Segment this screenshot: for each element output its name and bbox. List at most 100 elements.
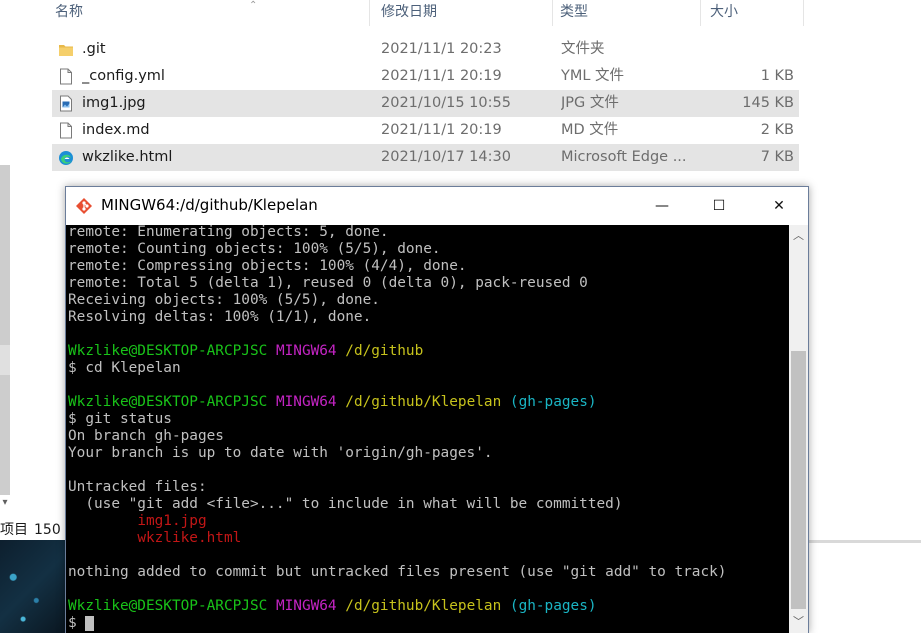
terminal-text: Receiving objects: 100% (5/5), done. <box>68 292 380 308</box>
terminal-line: On branch gh-pages <box>68 428 224 445</box>
scroll-down-arrow-icon[interactable]: ▾ <box>0 494 10 512</box>
terminal-text: $ cd Klepelan <box>68 360 181 376</box>
status-item-count: 150 <box>34 522 61 538</box>
column-header-date[interactable]: 修改日期 <box>371 0 553 26</box>
terminal-text: MINGW64 <box>275 394 337 410</box>
close-button[interactable]: ✕ <box>756 187 802 225</box>
terminal-title-bar[interactable]: MINGW64:/d/github/Klepelan — ☐ ✕ <box>66 187 808 225</box>
terminal-line: Untracked files: <box>68 479 207 496</box>
terminal-text: (gh-pages) <box>509 394 597 410</box>
terminal-text: Your branch is up to date with 'origin/g… <box>68 445 493 461</box>
column-header-type[interactable]: 类型 <box>554 0 701 26</box>
terminal-line: $ <box>68 615 95 632</box>
terminal-line: nothing added to commit but untracked fi… <box>68 564 726 581</box>
terminal-text: wkzlike.html <box>137 530 242 546</box>
file-date: 2021/10/17 14:30 <box>381 149 511 165</box>
file-size: 7 KB <box>760 149 794 165</box>
scrollbar-thumb-highlight <box>0 345 10 375</box>
minimize-button[interactable]: — <box>639 187 685 225</box>
terminal-cursor <box>85 615 95 631</box>
file-name: .git <box>82 41 106 57</box>
file-size: 2 KB <box>760 122 794 138</box>
terminal-text: (use "git add <file>..." to include in w… <box>68 496 623 512</box>
terminal-window[interactable]: MINGW64:/d/github/Klepelan — ☐ ✕ remote:… <box>65 186 809 633</box>
status-bar: 项目 150 <box>0 519 67 539</box>
terminal-text: img1.jpg <box>137 513 207 529</box>
maximize-button[interactable]: ☐ <box>696 187 742 225</box>
terminal-line: Wkzlike@DESKTOP-ARCPJSC MINGW64 /d/githu… <box>68 394 597 411</box>
explorer-left-scrollbar[interactable]: ▾ <box>0 0 10 520</box>
file-type: 文件夹 <box>561 41 605 57</box>
terminal-line: remote: Compressing objects: 100% (4/4),… <box>68 258 467 275</box>
terminal-text: remote: Compressing objects: 100% (4/4),… <box>68 258 467 274</box>
terminal-text: remote: Counting objects: 100% (5/5), do… <box>68 241 441 257</box>
terminal-text: remote: Enumerating objects: 5, done. <box>68 225 389 240</box>
terminal-line: (use "git add <file>..." to include in w… <box>68 496 623 513</box>
file-icon <box>58 68 74 85</box>
file-row[interactable]: wkzlike.html 2021/10/17 14:30 Microsoft Ed… <box>52 144 799 171</box>
terminal-output[interactable]: remote: Enumerating objects: 5, done. rem… <box>66 225 789 633</box>
terminal-line: remote: Total 5 (delta 1), reused 0 (del… <box>68 275 588 292</box>
terminal-line: remote: Counting objects: 100% (5/5), do… <box>68 241 441 258</box>
file-name: wkzlike.html <box>82 149 173 165</box>
terminal-text: Untracked files: <box>68 479 207 495</box>
terminal-text: (gh-pages) <box>509 598 597 614</box>
scroll-up-arrow-icon[interactable]: ︿ <box>789 227 808 245</box>
terminal-text: Wkzlike@DESKTOP-ARCPJSC <box>68 343 268 359</box>
sort-chevron-icon: ⌃ <box>249 0 258 11</box>
terminal-text: /d/github/Klepelan <box>345 598 502 614</box>
terminal-line: remote: Enumerating objects: 5, done. <box>68 225 389 241</box>
terminal-text: /d/github/Klepelan <box>345 394 502 410</box>
file-icon <box>58 122 74 139</box>
file-size: 1 KB <box>760 68 794 84</box>
file-row[interactable]: index.md 2021/11/1 20:19 MD 文件 2 KB <box>52 117 799 144</box>
terminal-line: $ cd Klepelan <box>68 360 181 377</box>
file-date: 2021/11/1 20:19 <box>381 68 502 84</box>
terminal-text: On branch gh-pages <box>68 428 224 444</box>
terminal-scrollbar[interactable]: ︿ ﹀ <box>789 225 808 633</box>
column-header-name[interactable]: 名称 ⌃ <box>45 0 370 26</box>
file-size: 145 KB <box>742 95 794 111</box>
column-header-size[interactable]: 大小 <box>702 0 804 26</box>
terminal-line: Resolving deltas: 100% (1/1), done. <box>68 309 371 326</box>
terminal-text: /d/github <box>345 343 424 359</box>
terminal-text: MINGW64 <box>275 343 337 359</box>
file-row[interactable]: img1.jpg 2021/10/15 10:55 JPG 文件 145 KB <box>52 90 799 117</box>
terminal-line: img1.jpg <box>68 513 207 530</box>
edge-icon <box>58 149 74 166</box>
terminal-text: remote: Total 5 (delta 1), reused 0 (del… <box>68 275 588 291</box>
file-type: JPG 文件 <box>561 95 619 111</box>
terminal-text: $ git status <box>68 411 172 427</box>
image-file-icon <box>58 95 74 112</box>
desktop-screen: ▾ 名称 ⌃ 修改日期 类型 大小 .git 2021/11/1 20:23 文件夹… <box>0 0 921 633</box>
file-type: Microsoft Edge ... <box>561 149 687 165</box>
column-header-type-label: 类型 <box>560 4 588 20</box>
file-row[interactable]: .git 2021/11/1 20:23 文件夹 <box>52 36 799 63</box>
terminal-text: nothing added to commit but untracked fi… <box>68 564 727 580</box>
file-name: img1.jpg <box>82 95 146 111</box>
file-date: 2021/11/1 20:19 <box>381 122 502 138</box>
file-type: MD 文件 <box>561 122 619 138</box>
terminal-line: Wkzlike@DESKTOP-ARCPJSC MINGW64 /d/githu… <box>68 598 597 615</box>
terminal-title: MINGW64:/d/github/Klepelan <box>101 196 318 214</box>
scroll-down-arrow-icon[interactable]: ﹀ <box>789 613 808 631</box>
terminal-line: Receiving objects: 100% (5/5), done. <box>68 292 380 309</box>
terminal-text: Wkzlike@DESKTOP-ARCPJSC <box>68 394 268 410</box>
scrollbar-thumb[interactable] <box>0 165 10 495</box>
column-header-date-label: 修改日期 <box>381 4 437 20</box>
terminal-line: Your branch is up to date with 'origin/g… <box>68 445 493 462</box>
file-date: 2021/11/1 20:23 <box>381 41 502 57</box>
terminal-line: wkzlike.html <box>68 530 241 547</box>
terminal-scrollbar-thumb[interactable] <box>791 351 806 609</box>
file-row[interactable]: _config.yml 2021/11/1 20:19 YML 文件 1 KB <box>52 63 799 90</box>
status-items-label: 项目 <box>0 522 28 538</box>
file-name: _config.yml <box>82 68 165 84</box>
column-header-size-label: 大小 <box>710 4 738 20</box>
